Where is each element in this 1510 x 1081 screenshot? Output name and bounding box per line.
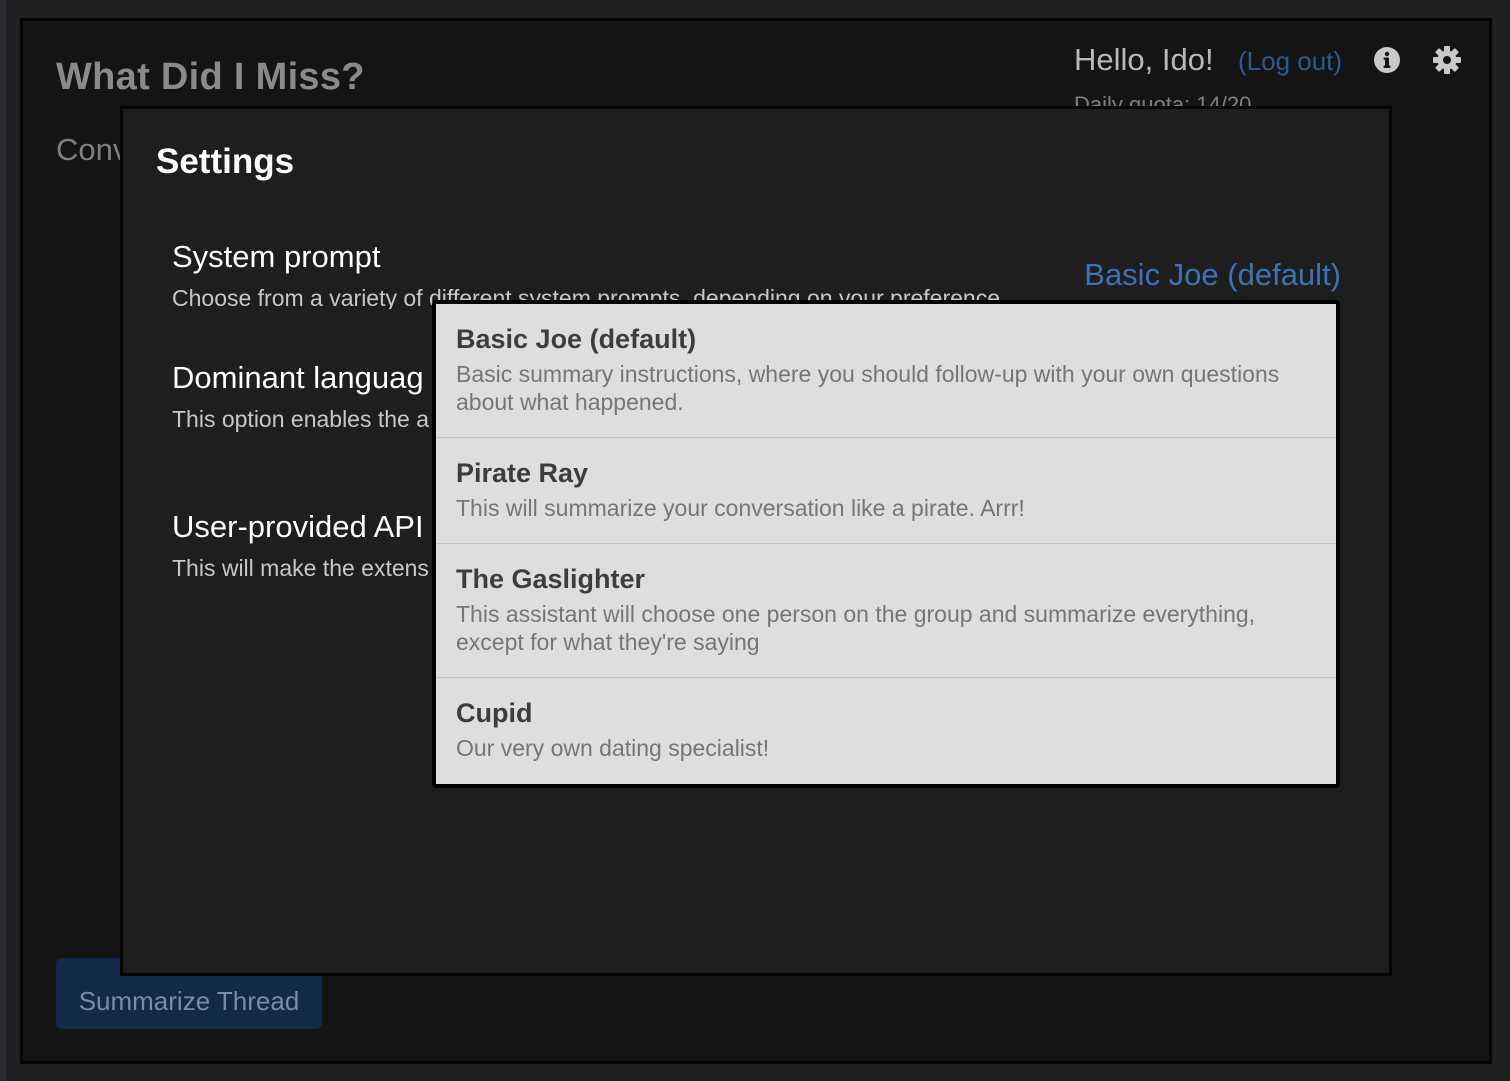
option-description: This assistant will choose one person on… (456, 601, 1256, 655)
dropdown-option-the-gaslighter[interactable]: The Gaslighter This assistant will choos… (436, 544, 1336, 678)
user-greeting: Hello, Ido! (1074, 42, 1214, 77)
background-window-edge (0, 0, 6, 1081)
dominant-language-title: Dominant languag (172, 360, 424, 395)
option-label: Basic Joe (default) (456, 324, 697, 354)
option-description: This will summarize your conversation li… (456, 495, 1025, 521)
conversation-label: Conv (56, 132, 129, 167)
system-prompt-dropdown: Basic Joe (default) Basic summary instru… (432, 300, 1340, 788)
screen-background: What Did I Miss? Conv Hello, Ido! (Log o… (0, 0, 1510, 1081)
dropdown-option-basic-joe[interactable]: Basic Joe (default) Basic summary instru… (436, 304, 1336, 438)
dropdown-option-pirate-ray[interactable]: Pirate Ray This will summarize your conv… (436, 438, 1336, 544)
modal-title: Settings (156, 142, 295, 181)
gear-icon-glyph (1433, 46, 1461, 74)
option-label: The Gaslighter (456, 564, 646, 594)
system-prompt-select[interactable]: Basic Joe (default) (1084, 257, 1341, 293)
info-icon[interactable] (1372, 45, 1402, 75)
gear-icon[interactable] (1432, 45, 1462, 75)
system-prompt-title: System prompt (172, 239, 381, 274)
app-title: What Did I Miss? (56, 56, 365, 98)
logout-link[interactable]: (Log out) (1238, 46, 1342, 77)
api-key-title: User-provided API (172, 509, 424, 544)
option-label: Cupid (456, 698, 533, 728)
option-description: Basic summary instructions, where you sh… (456, 361, 1280, 415)
option-description: Our very own dating specialist! (456, 735, 770, 761)
dropdown-option-cupid[interactable]: Cupid Our very own dating specialist! (436, 678, 1336, 784)
option-label: Pirate Ray (456, 458, 589, 488)
info-icon-glyph (1374, 47, 1400, 73)
